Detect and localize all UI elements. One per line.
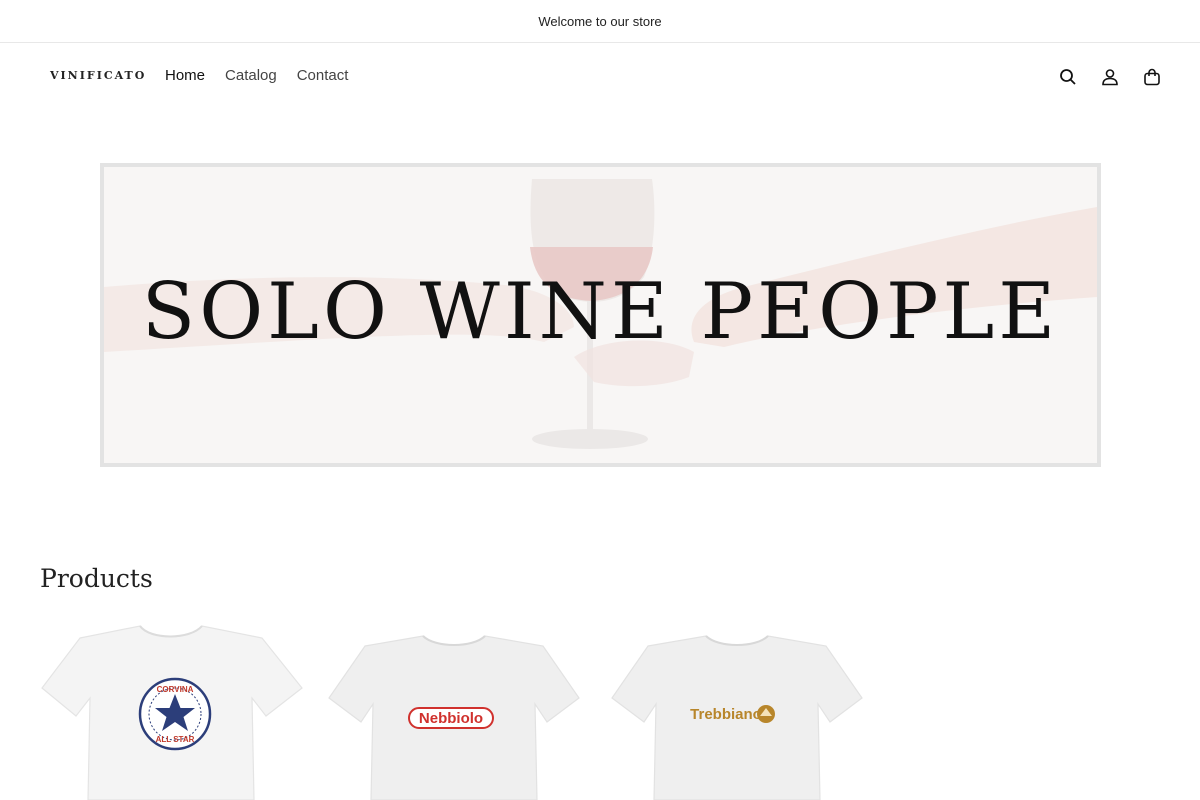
svg-text:Trebbiano: Trebbiano bbox=[690, 706, 762, 723]
nav-catalog[interactable]: Catalog bbox=[225, 67, 277, 84]
account-icon[interactable] bbox=[1098, 65, 1122, 89]
product-grid: CORVINA ALL STAR Nebbiolo Trebbiano bbox=[40, 618, 869, 800]
header-icons bbox=[1056, 65, 1164, 89]
product-card[interactable]: Trebbiano bbox=[606, 618, 869, 800]
announcement-text: Welcome to our store bbox=[538, 13, 662, 29]
svg-text:ALL STAR: ALL STAR bbox=[156, 735, 195, 744]
search-icon[interactable] bbox=[1056, 65, 1080, 89]
nav-contact[interactable]: Contact bbox=[297, 67, 349, 84]
cart-icon[interactable] bbox=[1140, 65, 1164, 89]
product-card[interactable]: CORVINA ALL STAR bbox=[40, 618, 303, 800]
announcement-bar: Welcome to our store bbox=[0, 0, 1200, 43]
svg-text:CORVINA: CORVINA bbox=[157, 685, 194, 694]
nav-home[interactable]: Home bbox=[165, 67, 205, 84]
products-heading: Products bbox=[40, 564, 153, 593]
tshirt-image: CORVINA ALL STAR bbox=[41, 625, 303, 800]
site-header: VINIFICATO Home Catalog Contact bbox=[0, 43, 1200, 109]
hero-banner: SOLO WINE PEOPLE bbox=[100, 163, 1101, 467]
svg-text:Nebbiolo: Nebbiolo bbox=[419, 710, 483, 727]
main-nav: Home Catalog Contact bbox=[165, 67, 348, 84]
store-logo[interactable]: VINIFICATO bbox=[50, 69, 146, 82]
tshirt-image: Nebbiolo bbox=[328, 635, 580, 800]
tshirt-image: Trebbiano bbox=[611, 635, 863, 800]
hero-title: SOLO WINE PEOPLE bbox=[141, 267, 1060, 357]
product-card[interactable]: Nebbiolo bbox=[323, 618, 586, 800]
